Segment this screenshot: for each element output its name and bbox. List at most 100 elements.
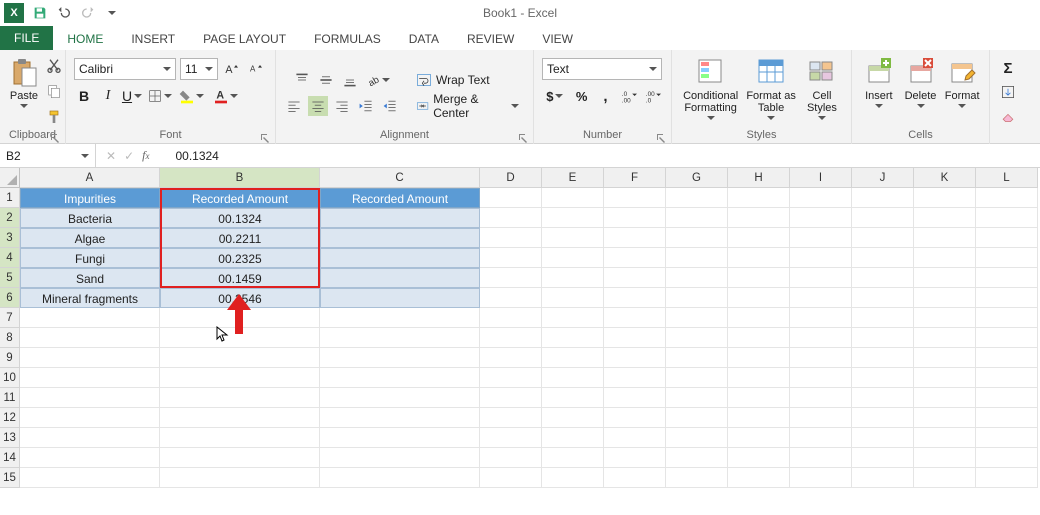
- cell[interactable]: [320, 228, 480, 248]
- cell[interactable]: [542, 188, 604, 208]
- cell[interactable]: [604, 468, 666, 488]
- decrease-decimal-button[interactable]: .00.0: [643, 86, 663, 106]
- cell[interactable]: [852, 468, 914, 488]
- comma-format-button[interactable]: ,: [596, 86, 616, 106]
- cut-icon[interactable]: [44, 55, 64, 75]
- cell[interactable]: [976, 308, 1038, 328]
- cell[interactable]: [728, 328, 790, 348]
- cell[interactable]: [20, 308, 160, 328]
- cell[interactable]: [320, 248, 480, 268]
- cell[interactable]: [160, 468, 320, 488]
- cell[interactable]: [852, 248, 914, 268]
- cell[interactable]: [852, 288, 914, 308]
- fill-icon[interactable]: [998, 82, 1018, 102]
- cell[interactable]: [604, 408, 666, 428]
- format-painter-icon[interactable]: [44, 107, 64, 127]
- font-size-combo[interactable]: 11: [180, 58, 218, 80]
- cell[interactable]: [976, 188, 1038, 208]
- tab-formulas[interactable]: FORMULAS: [300, 28, 395, 50]
- cell[interactable]: [666, 248, 728, 268]
- increase-decimal-button[interactable]: .0.00: [619, 86, 639, 106]
- row-header[interactable]: 14: [0, 448, 20, 468]
- cell[interactable]: [852, 428, 914, 448]
- cell[interactable]: [542, 468, 604, 488]
- cell[interactable]: [914, 448, 976, 468]
- cell[interactable]: [480, 228, 542, 248]
- cell[interactable]: 00.2211: [160, 228, 320, 248]
- percent-format-button[interactable]: %: [572, 86, 592, 106]
- cell[interactable]: [976, 208, 1038, 228]
- cell[interactable]: [480, 408, 542, 428]
- cell[interactable]: 00.1459: [160, 268, 320, 288]
- cell[interactable]: Fungi: [20, 248, 160, 268]
- column-header[interactable]: F: [604, 168, 666, 188]
- bold-button[interactable]: B: [74, 86, 94, 106]
- cell[interactable]: [852, 448, 914, 468]
- cell[interactable]: [666, 428, 728, 448]
- align-right-icon[interactable]: [332, 96, 352, 116]
- cell[interactable]: [20, 348, 160, 368]
- cell[interactable]: [852, 368, 914, 388]
- clipboard-launcher-icon[interactable]: [49, 132, 61, 144]
- cell[interactable]: [542, 268, 604, 288]
- column-header[interactable]: H: [728, 168, 790, 188]
- cell[interactable]: [914, 368, 976, 388]
- cell[interactable]: [728, 308, 790, 328]
- cell[interactable]: [790, 328, 852, 348]
- cell[interactable]: [728, 208, 790, 228]
- cell[interactable]: [976, 468, 1038, 488]
- cell[interactable]: [852, 188, 914, 208]
- column-header[interactable]: B: [160, 168, 320, 188]
- tab-review[interactable]: REVIEW: [453, 28, 528, 50]
- qat-undo-icon[interactable]: [54, 3, 74, 23]
- row-header[interactable]: 6: [0, 288, 20, 308]
- cell[interactable]: [320, 448, 480, 468]
- cell[interactable]: [666, 448, 728, 468]
- cell[interactable]: [728, 468, 790, 488]
- copy-icon[interactable]: [44, 81, 64, 101]
- cell[interactable]: [976, 448, 1038, 468]
- column-header[interactable]: C: [320, 168, 480, 188]
- cell[interactable]: [160, 428, 320, 448]
- row-header[interactable]: 5: [0, 268, 20, 288]
- cell[interactable]: [666, 408, 728, 428]
- autosum-icon[interactable]: Σ: [998, 58, 1018, 78]
- cell[interactable]: [604, 448, 666, 468]
- format-cells-button[interactable]: Format: [943, 54, 981, 128]
- cell[interactable]: [728, 188, 790, 208]
- cell[interactable]: [542, 288, 604, 308]
- cell[interactable]: [790, 308, 852, 328]
- cell[interactable]: [914, 348, 976, 368]
- cell[interactable]: [20, 328, 160, 348]
- cell[interactable]: [160, 348, 320, 368]
- cell[interactable]: [542, 228, 604, 248]
- cell[interactable]: [542, 328, 604, 348]
- cell[interactable]: [790, 388, 852, 408]
- row-header[interactable]: 1: [0, 188, 20, 208]
- italic-button[interactable]: I: [98, 86, 118, 106]
- cell[interactable]: [666, 348, 728, 368]
- row-header[interactable]: 11: [0, 388, 20, 408]
- cell[interactable]: [976, 428, 1038, 448]
- cell[interactable]: [728, 388, 790, 408]
- row-header[interactable]: 12: [0, 408, 20, 428]
- cell[interactable]: [914, 188, 976, 208]
- cell[interactable]: [976, 368, 1038, 388]
- cell[interactable]: [976, 348, 1038, 368]
- cell[interactable]: [914, 208, 976, 228]
- cell[interactable]: [852, 328, 914, 348]
- tab-file[interactable]: FILE: [0, 26, 53, 50]
- cell[interactable]: [160, 368, 320, 388]
- cell[interactable]: [480, 348, 542, 368]
- cell[interactable]: [542, 348, 604, 368]
- cell[interactable]: [666, 228, 728, 248]
- cell[interactable]: [604, 248, 666, 268]
- cell[interactable]: [790, 288, 852, 308]
- cancel-formula-icon[interactable]: ✕: [106, 149, 116, 163]
- cell[interactable]: [914, 268, 976, 288]
- format-as-table-button[interactable]: Format as Table: [745, 54, 797, 128]
- cell[interactable]: [604, 388, 666, 408]
- cell[interactable]: [320, 348, 480, 368]
- column-header[interactable]: A: [20, 168, 160, 188]
- cell[interactable]: [480, 448, 542, 468]
